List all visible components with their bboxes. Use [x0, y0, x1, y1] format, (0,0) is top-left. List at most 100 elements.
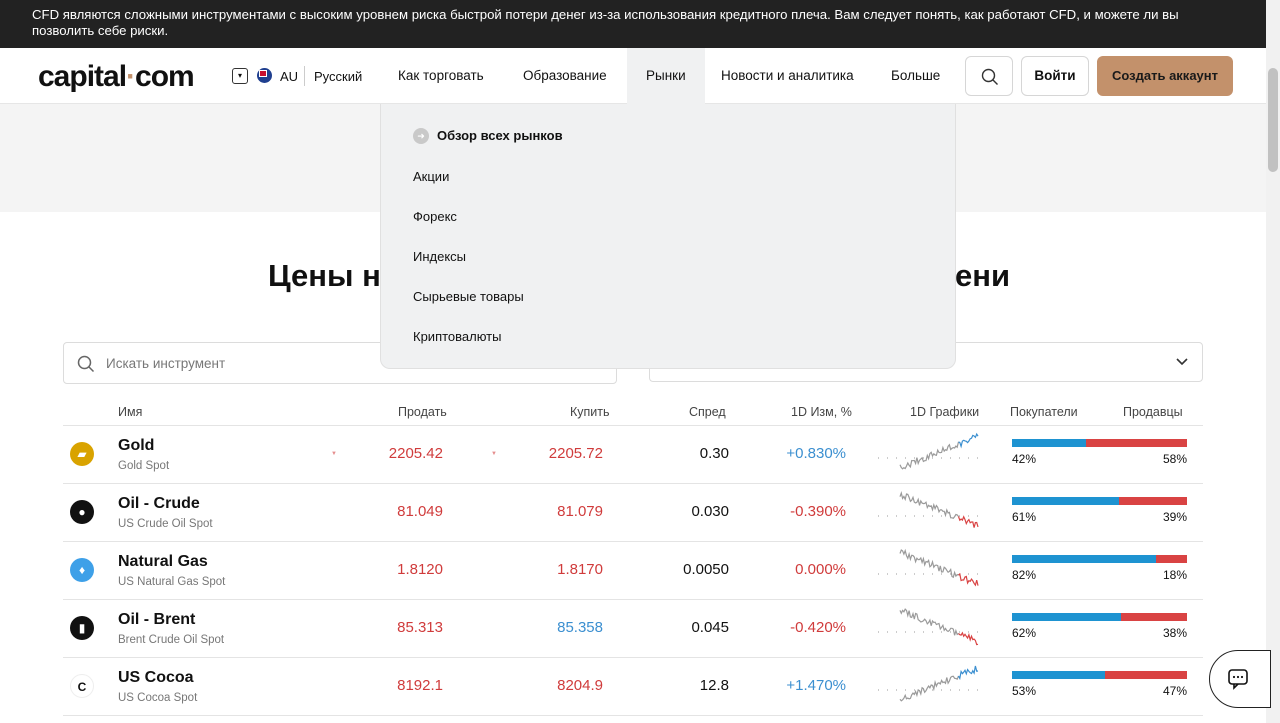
col-header-buyers: Покупатели	[1010, 405, 1078, 419]
asset-name[interactable]: US Cocoa	[118, 669, 194, 687]
scrollbar-thumb[interactable]	[1268, 68, 1278, 172]
nav-news-analysis[interactable]: Новости и аналитика	[702, 48, 873, 104]
sell-price[interactable]: 2205.42	[389, 445, 443, 462]
menu-item-crypto[interactable]: Криптовалюты	[413, 329, 501, 344]
table-divider	[63, 715, 1203, 716]
sparkline-history	[899, 491, 959, 520]
col-header-sell[interactable]: Продать	[398, 405, 447, 419]
asset-name[interactable]: Gold	[118, 437, 154, 455]
sparkline-chart	[878, 432, 980, 470]
sparkline-history	[899, 548, 959, 579]
sparkline-history	[899, 441, 960, 470]
header-search-button[interactable]	[965, 56, 1013, 96]
buy-price[interactable]: 81.079	[557, 503, 603, 520]
nav-education[interactable]: Образование	[504, 48, 626, 104]
sentiment-bar	[1012, 613, 1187, 621]
sellers-percent: 58%	[1162, 452, 1187, 466]
chevron-down-icon[interactable]: ▾	[232, 68, 248, 84]
sellers-percent: 18%	[1162, 568, 1187, 582]
nav-markets[interactable]: Рынки	[627, 48, 705, 104]
col-header-name[interactable]: Имя	[118, 405, 142, 419]
menu-item-forex[interactable]: Форекс	[413, 209, 457, 224]
col-header-chart: 1D Графики	[910, 405, 980, 419]
asset-description: US Cocoa Spot	[118, 692, 198, 704]
change-value: 0.000%	[795, 561, 846, 578]
asset-description: US Crude Oil Spot	[118, 518, 213, 530]
spread-value: 12.8	[699, 677, 729, 694]
buyers-percent: 42%	[1012, 452, 1037, 466]
sparkline-recent	[957, 665, 979, 681]
buyers-percent: 82%	[1012, 568, 1037, 582]
buy-price[interactable]: 85.358	[557, 619, 603, 636]
buy-price[interactable]: 2205.72	[549, 445, 603, 462]
col-header-buy[interactable]: Купить	[570, 405, 610, 419]
sell-price[interactable]: 8192.1	[397, 677, 443, 694]
menu-item-commodities[interactable]: Сырьевые товары	[413, 289, 524, 304]
sentiment-buyers-fill	[1012, 497, 1119, 505]
buyers-percent: 62%	[1012, 626, 1037, 640]
sentiment-bar	[1012, 497, 1187, 505]
sentiment-buyers-fill	[1012, 555, 1156, 563]
sparkline-recent	[958, 432, 979, 449]
capital-com-logo[interactable]: capital·com	[38, 60, 195, 94]
create-account-button[interactable]: Создать аккаунт	[1097, 56, 1233, 96]
chevron-down-icon	[1176, 358, 1188, 366]
login-button[interactable]: Войти	[1021, 56, 1089, 96]
sentiment-buyers-fill	[1012, 439, 1086, 447]
asset-name[interactable]: Oil - Brent	[118, 611, 195, 629]
buyers-percent: 53%	[1012, 684, 1037, 698]
buy-price[interactable]: 8204.9	[557, 677, 603, 694]
nav-more[interactable]: Больше	[872, 48, 959, 104]
arrow-right-icon: ➜	[413, 128, 429, 144]
logo-left: capital	[38, 60, 127, 93]
menu-item-indices[interactable]: Индексы	[413, 249, 466, 264]
trend-down-icon: ▼	[491, 451, 497, 457]
logo-right: com	[135, 60, 195, 93]
spread-value: 0.30	[699, 445, 729, 462]
asset-description: US Natural Gas Spot	[118, 576, 226, 588]
buy-price[interactable]: 1.8170	[557, 561, 603, 578]
col-header-sellers: Продавцы	[1123, 405, 1183, 419]
sentiment-buyers-fill	[1012, 613, 1121, 621]
sparkline-history	[899, 675, 960, 702]
search-icon	[981, 68, 998, 85]
trend-down-icon: ▼	[331, 451, 337, 457]
col-header-spread[interactable]: Спред	[689, 405, 726, 419]
table-row[interactable]: ▰ Gold Gold Spot ▼ 2205.42 ▼ 2205.72 0.3…	[63, 425, 1203, 483]
logo-dot: ·	[126, 60, 136, 93]
sparkline-chart	[878, 665, 980, 702]
language-selector[interactable]: Русский	[314, 69, 362, 84]
australia-flag-icon[interactable]	[257, 68, 272, 83]
spread-value: 0.045	[691, 619, 729, 636]
sparkline-recent	[958, 631, 979, 646]
sparkline-chart	[878, 548, 980, 587]
spread-value: 0.0050	[683, 561, 729, 578]
region-code[interactable]: AU	[280, 69, 298, 84]
menu-item-all-markets[interactable]: ➜ Обзор всех рынков	[413, 128, 563, 144]
oil-drop-icon: ●	[70, 500, 94, 524]
menu-item-label: Обзор всех рынков	[437, 128, 563, 143]
change-value: -0.390%	[790, 503, 846, 520]
asset-description: Brent Crude Oil Spot	[118, 634, 225, 646]
section-title-right: ени	[955, 258, 1011, 293]
nav-how-to-trade[interactable]: Как торговать	[379, 48, 503, 104]
table-row[interactable]: ▮ Oil - Brent Brent Crude Oil Spot 85.31…	[63, 599, 1203, 657]
col-header-change[interactable]: 1D Изм, %	[791, 405, 852, 419]
asset-name[interactable]: Natural Gas	[118, 553, 208, 571]
asset-description: Gold Spot	[118, 460, 170, 472]
sell-price[interactable]: 1.8120	[397, 561, 443, 578]
asset-name[interactable]: Oil - Crude	[118, 495, 200, 513]
risk-warning-banner: CFD являются сложными инструментами с вы…	[0, 0, 1266, 48]
table-row[interactable]: C US Cocoa US Cocoa Spot 8192.1 8204.9 1…	[63, 657, 1203, 715]
sentiment-bar	[1012, 439, 1187, 447]
chat-button[interactable]	[1209, 650, 1271, 708]
menu-item-stocks[interactable]: Акции	[413, 169, 449, 184]
table-row[interactable]: ● Oil - Crude US Crude Oil Spot 81.049 8…	[63, 483, 1203, 541]
oil-barrel-icon: ▮	[70, 616, 94, 640]
sell-price[interactable]: 81.049	[397, 503, 443, 520]
chat-bubble-icon	[1228, 669, 1248, 690]
sell-price[interactable]: 85.313	[397, 619, 443, 636]
sparkline-chart	[878, 491, 980, 528]
table-row[interactable]: ♦ Natural Gas US Natural Gas Spot 1.8120…	[63, 541, 1203, 599]
site-header: capital·com ▾ AU Русский Как торговать О…	[0, 48, 1266, 104]
